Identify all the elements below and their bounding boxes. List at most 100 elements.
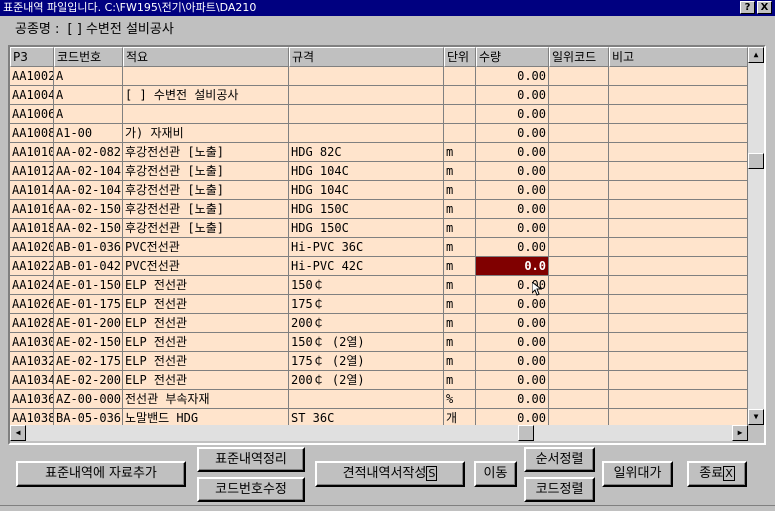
move-button[interactable]: 이동 [474, 461, 517, 487]
table-row[interactable]: AA1020 AB-01-036 PVC전선관 Hi-PVC 36C m 0.00 [10, 238, 748, 257]
row-id-cell[interactable]: AA1014 [10, 181, 54, 200]
description-cell[interactable]: PVC전선관 [123, 257, 289, 276]
description-cell[interactable]: ELP 전선관 [123, 352, 289, 371]
unit-code-cell[interactable] [549, 181, 609, 200]
quantity-cell[interactable]: 0.00 [476, 238, 549, 257]
table-row[interactable]: AA1022 AB-01-042 PVC전선관 Hi-PVC 42C m 0.0 [10, 257, 748, 276]
unit-code-cell[interactable] [549, 371, 609, 390]
unit-code-cell[interactable] [549, 276, 609, 295]
column-header[interactable]: P3 [10, 47, 54, 67]
spec-cell[interactable]: Hi-PVC 42C [289, 257, 444, 276]
unit-code-cell[interactable] [549, 219, 609, 238]
row-id-cell[interactable]: AA1020 [10, 238, 54, 257]
spec-cell[interactable] [289, 86, 444, 105]
add-to-standard-button[interactable]: 표준내역에 자료추가 [16, 461, 186, 487]
estimate-write-button[interactable]: 견적내역서작성 S [315, 461, 465, 487]
unit-code-cell[interactable] [549, 390, 609, 409]
row-id-cell[interactable]: AA1012 [10, 162, 54, 181]
table-row[interactable]: AA1008 A1-00 가) 자재비 0.00 [10, 124, 748, 143]
table-row[interactable]: AA1034 AE-02-200 ELP 전선관 200￠ (2열) m 0.00 [10, 371, 748, 390]
remark-cell[interactable] [609, 219, 748, 238]
code-cell[interactable]: AE-01-200 [54, 314, 123, 333]
horizontal-scroll-thumb[interactable] [518, 425, 534, 441]
remark-cell[interactable] [609, 124, 748, 143]
spec-cell[interactable]: 200￠ (2열) [289, 371, 444, 390]
code-cell[interactable]: AA-02-104 [54, 162, 123, 181]
description-cell[interactable]: 후강전선관 [노출] [123, 200, 289, 219]
quantity-cell[interactable]: 0.00 [476, 352, 549, 371]
remark-cell[interactable] [609, 390, 748, 409]
row-id-cell[interactable]: AA1032 [10, 352, 54, 371]
code-cell[interactable]: AE-02-200 [54, 371, 123, 390]
table-row[interactable]: AA1024AE-01-150ELP 전선관150￠m0.00 [10, 276, 748, 295]
code-cell[interactable]: AB-01-042 [54, 257, 123, 276]
unit-cell[interactable]: m [444, 352, 476, 371]
column-header[interactable]: 적요 [123, 47, 289, 67]
quantity-cell[interactable]: 0.00 [476, 333, 549, 352]
unit-cell[interactable] [444, 124, 476, 143]
table-row[interactable]: AA1018 AA-02-150 후강전선관 [노출] HDG 150C m 0.00 [10, 219, 748, 238]
unit-cell[interactable] [444, 105, 476, 124]
unit-cell[interactable]: m [444, 238, 476, 257]
quantity-cell[interactable]: 0.00 [476, 314, 549, 333]
row-id-cell[interactable]: AA1036 [10, 390, 54, 409]
unit-code-cell[interactable] [549, 352, 609, 371]
table-row[interactable]: AA1012 AA-02-104 후강전선관 [노출] HDG 104C m 0.00 [10, 162, 748, 181]
arrow-right-icon[interactable]: ▶ [732, 425, 748, 441]
horizontal-scrollbar[interactable]: ◀ ▶ [10, 425, 748, 441]
unit-code-cell[interactable] [549, 409, 609, 425]
table-row[interactable]: AA1014 AA-02-104 후강전선관 [노출] HDG 104C m 0.00 [10, 181, 748, 200]
spec-cell[interactable]: 175￠ (2열) [289, 352, 444, 371]
description-cell[interactable]: 후강전선관 [노출] [123, 143, 289, 162]
description-cell[interactable]: ELP 전선관 [123, 295, 289, 314]
code-cell[interactable]: AB-01-036 [54, 238, 123, 257]
row-id-cell[interactable]: AA1028 [10, 314, 54, 333]
code-sort-button[interactable]: 코드정렬 [524, 477, 595, 502]
code-cell[interactable]: A [54, 86, 123, 105]
table-row[interactable]: AA1004 A[ ] 수변전 설비공사 0.00 [10, 86, 748, 105]
row-id-cell[interactable]: AA1006 [10, 105, 54, 124]
help-button[interactable]: ? [740, 1, 755, 14]
row-id-cell[interactable]: AA1002 [10, 67, 54, 86]
order-sort-button[interactable]: 순서정렬 [524, 447, 595, 472]
row-id-cell[interactable]: AA1026 [10, 295, 54, 314]
spec-cell[interactable]: 175￠ [289, 295, 444, 314]
description-cell[interactable]: ELP 전선관 [123, 314, 289, 333]
spec-cell[interactable]: HDG 104C [289, 181, 444, 200]
row-id-cell[interactable]: AA1016 [10, 200, 54, 219]
remark-cell[interactable] [609, 67, 748, 86]
unit-cell[interactable]: m [444, 200, 476, 219]
code-cell[interactable]: A [54, 105, 123, 124]
table-row[interactable]: AA1038 BA-05-036 노말밴드 HDG ST 36C 개 0.00 [10, 409, 748, 425]
unit-cell[interactable]: m [444, 219, 476, 238]
remark-cell[interactable] [609, 143, 748, 162]
unit-code-cell[interactable] [549, 238, 609, 257]
code-cell[interactable]: AA-02-104 [54, 181, 123, 200]
code-edit-button[interactable]: 코드번호수정 [197, 477, 305, 502]
quantity-cell[interactable]: 0.00 [476, 143, 549, 162]
column-header[interactable]: 단위 [444, 47, 476, 67]
description-cell[interactable]: 가) 자재비 [123, 124, 289, 143]
grid-body[interactable]: AA1002 A 0.00 AA1004 A[ ] 수변전 설비공사 0.00 AA1006… [10, 67, 748, 425]
quantity-cell[interactable]: 0.00 [476, 219, 549, 238]
unit-cell[interactable]: m [444, 276, 476, 295]
arrow-left-icon[interactable]: ◀ [10, 425, 26, 441]
remark-cell[interactable] [609, 86, 748, 105]
spec-cell[interactable] [289, 105, 444, 124]
unit-cell[interactable]: m [444, 181, 476, 200]
quantity-cell[interactable]: 0.0 [476, 257, 549, 276]
description-cell[interactable]: 후강전선관 [노출] [123, 219, 289, 238]
unit-code-cell[interactable] [549, 143, 609, 162]
table-row[interactable]: AA1036 AZ-00-000 전선관 부속자재% 0.00 [10, 390, 748, 409]
spec-cell[interactable]: HDG 104C [289, 162, 444, 181]
quantity-cell[interactable]: 0.00 [476, 200, 549, 219]
unit-cell[interactable]: % [444, 390, 476, 409]
unit-code-cell[interactable] [549, 124, 609, 143]
quantity-cell[interactable]: 0.00 [476, 67, 549, 86]
column-header[interactable]: 규격 [289, 47, 444, 67]
column-header[interactable]: 수량 [476, 47, 549, 67]
code-cell[interactable]: AA-02-150 [54, 200, 123, 219]
column-header[interactable]: 코드번호 [54, 47, 123, 67]
description-cell[interactable] [123, 105, 289, 124]
description-cell[interactable]: ELP 전선관 [123, 371, 289, 390]
